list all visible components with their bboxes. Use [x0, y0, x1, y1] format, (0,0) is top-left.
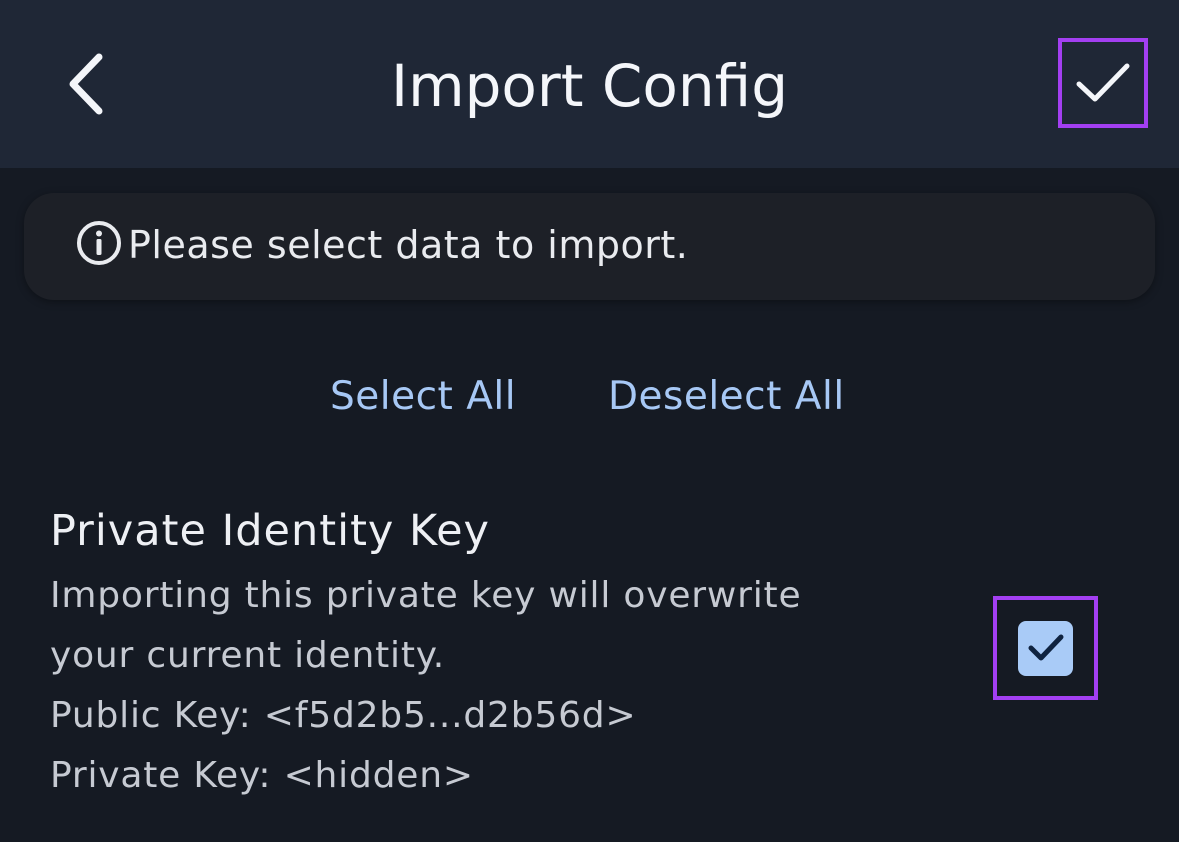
select-all-button[interactable]: Select All — [330, 370, 516, 424]
item-checkbox[interactable] — [1018, 620, 1073, 676]
private-key-label: Private Key: <hidden> — [50, 755, 474, 796]
deselect-all-button[interactable]: Deselect All — [608, 370, 845, 424]
check-icon — [1076, 63, 1130, 102]
item-checkbox-highlight[interactable] — [993, 596, 1098, 700]
checkmark-icon — [1028, 634, 1063, 661]
item-title: Private Identity Key — [50, 506, 491, 556]
public-key-label: Public Key: <f5d2b5...d2b56d> — [50, 695, 637, 736]
info-icon — [77, 221, 121, 265]
import-config-screen: Import Config Please select data to impo… — [0, 0, 1179, 842]
info-message: Please select data to import. — [128, 223, 689, 267]
page-title: Import Config — [390, 52, 789, 120]
info-banner: Please select data to import. — [24, 193, 1155, 300]
item-description-line1: Importing this private key will overwrit… — [50, 575, 802, 616]
confirm-button[interactable] — [1058, 38, 1148, 128]
app-bar: Import Config — [0, 0, 1179, 168]
item-description-line2: your current identity. — [50, 635, 445, 676]
